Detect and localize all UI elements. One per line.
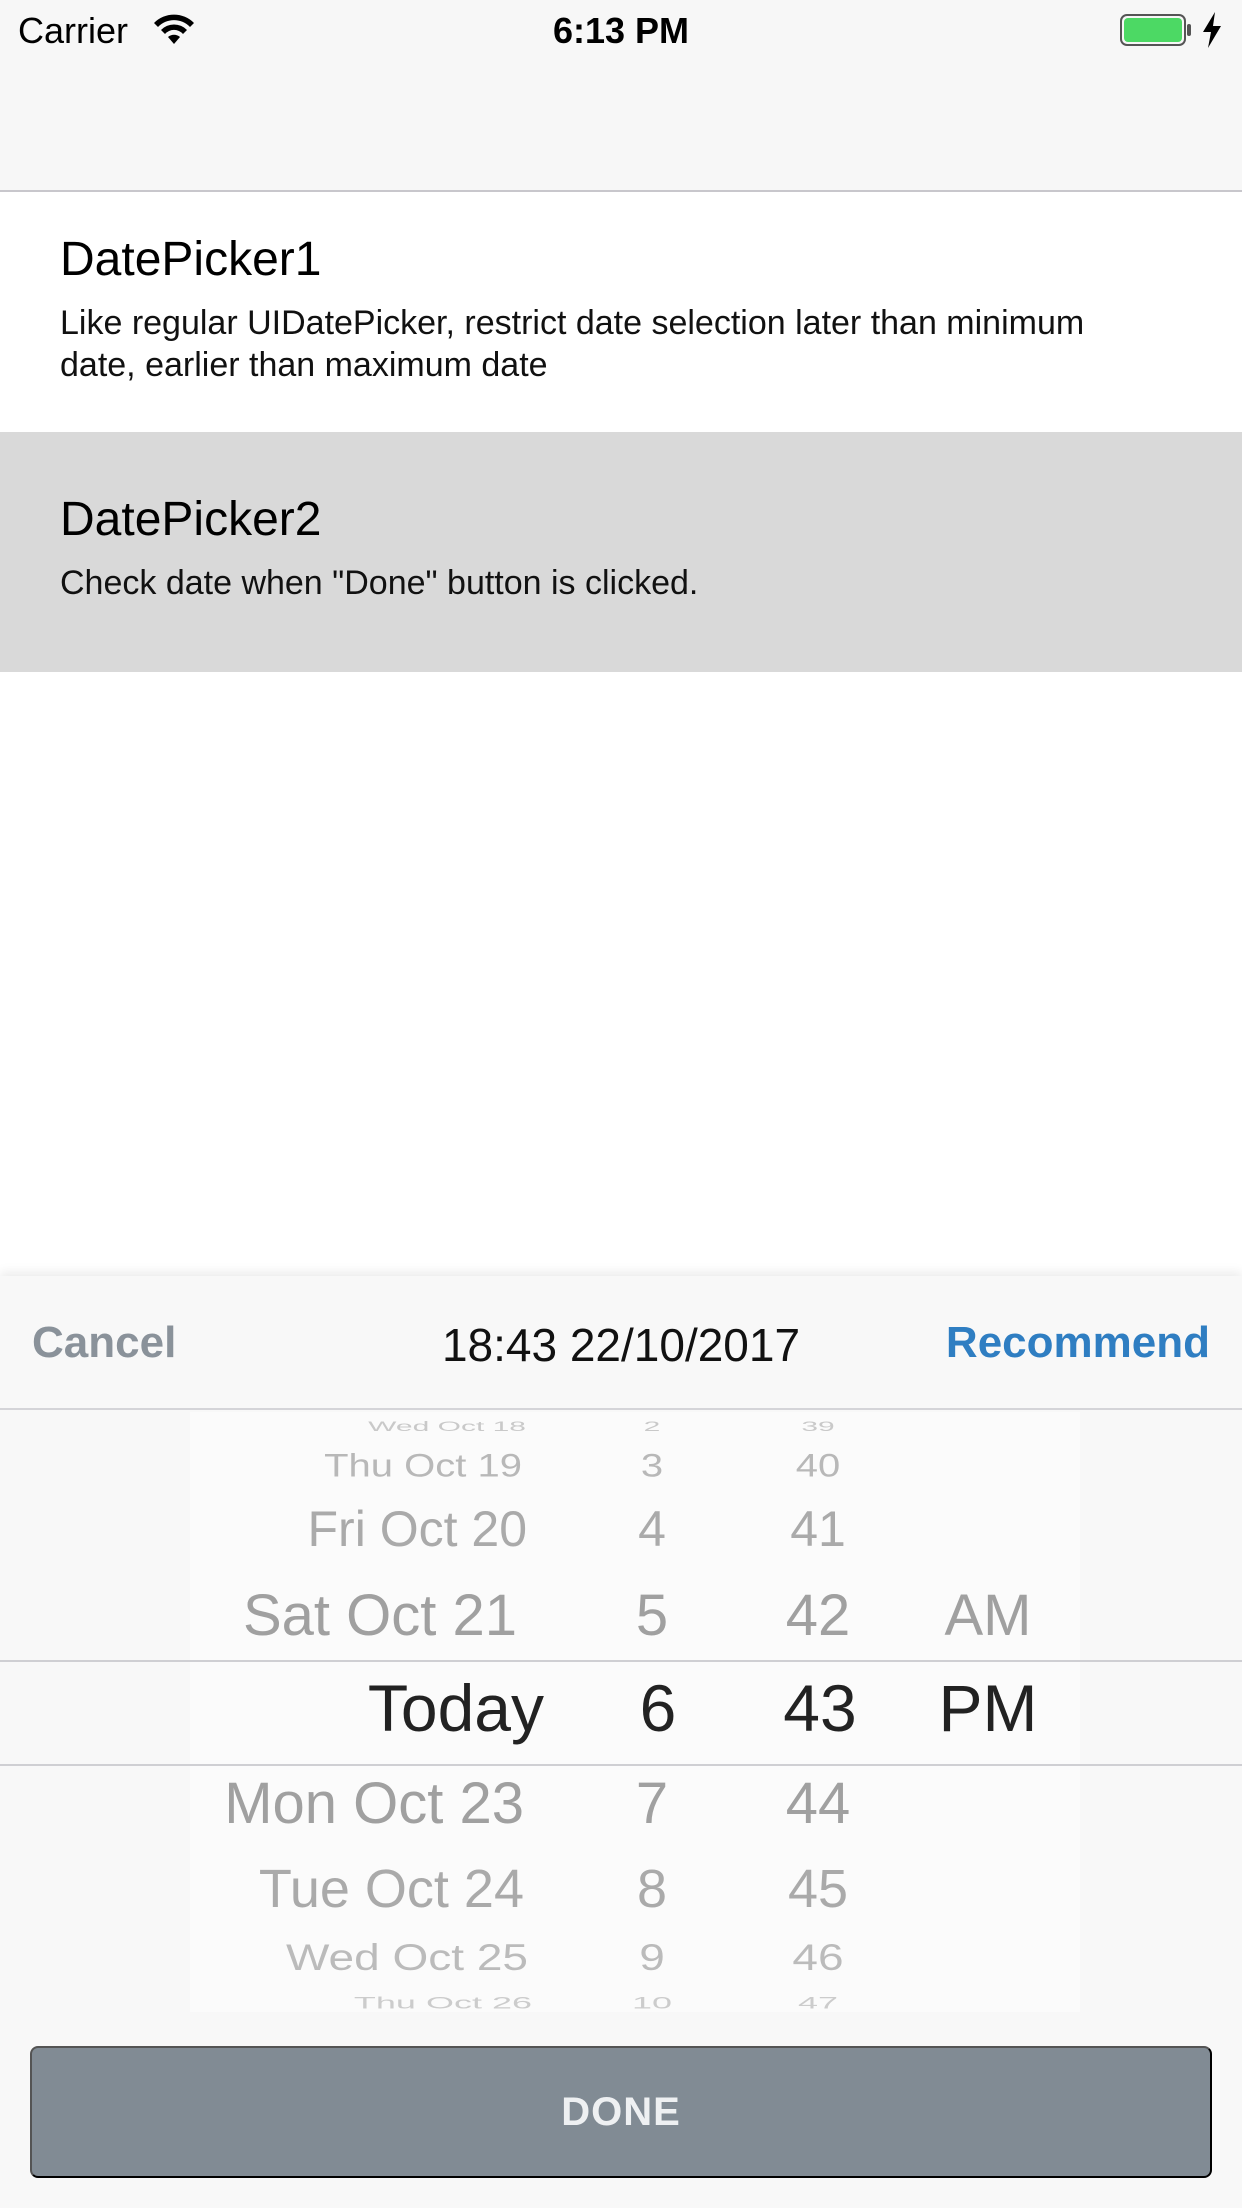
day-option[interactable]: Mon Oct 23 bbox=[224, 1770, 524, 1837]
minute-option[interactable]: 40 bbox=[768, 1449, 868, 1485]
day-option[interactable]: Wed Oct 18 bbox=[368, 1419, 526, 1434]
done-button[interactable]: DONE bbox=[30, 2046, 1212, 2178]
period-option-selected[interactable]: PM bbox=[928, 1670, 1048, 1746]
day-option-selected[interactable]: Today bbox=[368, 1670, 544, 1746]
day-option[interactable]: Thu Oct 26 bbox=[354, 1994, 532, 2012]
minute-option[interactable]: 41 bbox=[768, 1500, 868, 1558]
status-time: 6:13 PM bbox=[552, 10, 690, 51]
hour-option[interactable]: 4 bbox=[612, 1500, 692, 1558]
battery-icon bbox=[1120, 14, 1191, 46]
charging-bolt-icon bbox=[1203, 12, 1221, 48]
minute-option-selected[interactable]: 43 bbox=[770, 1670, 870, 1746]
minute-option[interactable]: 42 bbox=[768, 1582, 868, 1649]
day-option[interactable]: Sat Oct 21 bbox=[243, 1582, 517, 1649]
selection-line-bottom bbox=[0, 1764, 1242, 1766]
navigation-bar bbox=[0, 62, 1242, 192]
day-option[interactable]: Wed Oct 25 bbox=[286, 1935, 528, 1978]
hour-option[interactable]: 3 bbox=[612, 1449, 692, 1485]
list-item-datepicker1[interactable]: DatePicker1 Like regular UIDatePicker, r… bbox=[0, 192, 1242, 432]
hour-option-selected[interactable]: 6 bbox=[618, 1670, 698, 1746]
hour-option[interactable]: 7 bbox=[612, 1770, 692, 1837]
status-bar: Carrier 6:13 PM bbox=[0, 0, 1242, 62]
hour-option[interactable]: 2 bbox=[612, 1419, 692, 1434]
row-title: DatePicker2 bbox=[60, 493, 322, 546]
hour-option[interactable]: 8 bbox=[612, 1858, 692, 1920]
recommend-button[interactable]: Recommend bbox=[946, 1318, 1210, 1368]
row-title: DatePicker1 bbox=[60, 233, 322, 286]
day-option[interactable]: Tue Oct 24 bbox=[259, 1858, 524, 1920]
picker-toolbar: Cancel 18:43 22/10/2017 Recommend bbox=[0, 1276, 1242, 1410]
list-item-datepicker2[interactable]: DatePicker2 Check date when "Done" butto… bbox=[0, 432, 1242, 672]
selection-line-top bbox=[0, 1660, 1242, 1662]
hour-option[interactable]: 9 bbox=[612, 1935, 692, 1978]
hour-option[interactable]: 10 bbox=[612, 1994, 692, 2012]
period-option[interactable]: AM bbox=[928, 1582, 1048, 1649]
row-subtitle: Like regular UIDatePicker, restrict date… bbox=[60, 304, 1085, 384]
minute-option[interactable]: 47 bbox=[768, 1994, 868, 2012]
date-time-wheel[interactable]: Wed Oct 18 Thu Oct 19 Fri Oct 20 Sat Oct… bbox=[0, 1412, 1242, 2012]
hour-option[interactable]: 5 bbox=[612, 1582, 692, 1649]
minute-option[interactable]: 45 bbox=[768, 1858, 868, 1920]
minute-option[interactable]: 46 bbox=[768, 1935, 868, 1978]
day-option[interactable]: Fri Oct 20 bbox=[308, 1500, 527, 1558]
minute-option[interactable]: 44 bbox=[768, 1770, 868, 1837]
day-option[interactable]: Thu Oct 19 bbox=[324, 1449, 522, 1485]
row-subtitle: Check date when "Done" button is clicked… bbox=[60, 564, 699, 602]
minute-option[interactable]: 39 bbox=[768, 1419, 868, 1434]
